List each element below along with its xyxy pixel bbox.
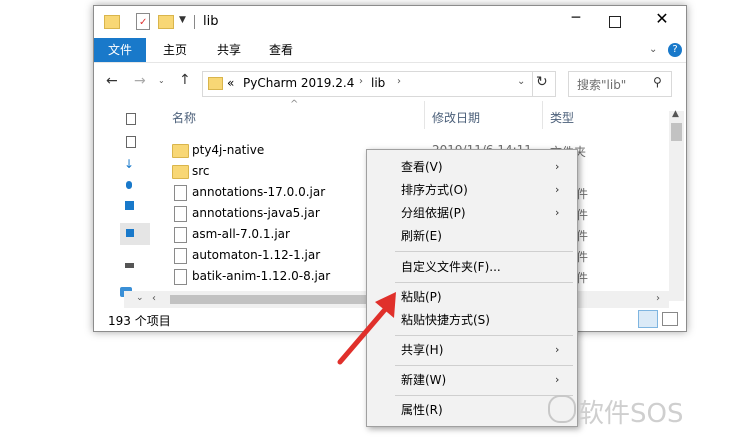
chevron-right-icon: › xyxy=(555,343,560,356)
nav-pane-selected-item[interactable] xyxy=(120,223,150,245)
chevron-right-icon: › xyxy=(555,183,560,196)
back-arrow-icon[interactable]: ← xyxy=(106,73,118,89)
ribbon-expand-icon[interactable]: ⌄ xyxy=(649,44,657,55)
windows-icon xyxy=(126,229,134,237)
sort-ascending-icon: ^ xyxy=(290,99,299,110)
menu-item-new[interactable]: 新建(W) › xyxy=(367,369,577,391)
file-icon xyxy=(174,248,187,264)
menu-item-properties[interactable]: 属性(R) xyxy=(367,399,577,421)
annotation-arrow xyxy=(337,292,396,365)
scroll-right-icon[interactable]: › xyxy=(656,293,660,304)
file-name: annotations-java5.jar xyxy=(192,206,320,220)
navigation-bar: ← → ⌄ ↑ « PyCharm 2019.2.4 › lib › ⌄ ↻ 搜… xyxy=(94,63,686,101)
watermark-text: 软件SOS xyxy=(578,399,684,429)
maximize-button[interactable] xyxy=(609,16,621,28)
chevron-right-icon: › xyxy=(555,373,560,386)
tab-view[interactable]: 查看 xyxy=(266,38,296,62)
menu-separator xyxy=(395,282,573,283)
window-title: lib xyxy=(203,14,219,29)
tab-home[interactable]: 主页 xyxy=(160,38,190,62)
address-divider xyxy=(532,72,533,96)
details-view-icon[interactable] xyxy=(638,310,658,328)
search-box[interactable]: 搜索"lib" ⚲ xyxy=(568,71,672,97)
column-header-name[interactable]: 名称 xyxy=(172,107,196,129)
scroll-up-icon[interactable]: ▲ xyxy=(672,109,679,119)
file-name: src xyxy=(192,164,210,178)
quick-access-dropdown-icon[interactable]: ▼ xyxy=(179,15,186,25)
breadcrumb-item[interactable]: lib xyxy=(371,76,385,90)
properties-icon[interactable]: ✓ xyxy=(136,13,150,30)
nav-pane-item-icon[interactable] xyxy=(126,136,136,148)
tab-file[interactable]: 文件 xyxy=(94,38,146,62)
menu-item-group[interactable]: 分组依据(P) › xyxy=(367,202,577,224)
menu-item-customize-folder[interactable]: 自定义文件夹(F)... xyxy=(367,256,577,278)
music-icon[interactable] xyxy=(126,181,132,189)
watermark-logo-icon xyxy=(548,395,576,423)
menu-item-view[interactable]: 查看(V) › xyxy=(367,156,577,178)
tab-share[interactable]: 共享 xyxy=(214,38,244,62)
file-icon xyxy=(174,206,187,222)
chevron-right-icon[interactable]: › xyxy=(359,76,363,87)
address-dropdown-icon[interactable]: ⌄ xyxy=(517,76,525,87)
nav-pane-item-icon[interactable] xyxy=(126,113,136,125)
file-icon xyxy=(174,269,187,285)
folder-icon xyxy=(172,165,189,179)
ribbon-tabs: 文件 主页 共享 查看 ⌄ ? xyxy=(94,38,686,63)
folder-icon xyxy=(104,15,120,29)
title-bar: ✓ ▼ lib ─ ✕ xyxy=(94,6,686,38)
search-input[interactable]: 搜索"lib" xyxy=(577,76,626,93)
file-name: batik-anim-1.12.0-8.jar xyxy=(192,269,331,283)
menu-separator xyxy=(395,251,573,252)
file-name: annotations-17.0.0.jar xyxy=(192,185,326,199)
menu-separator xyxy=(395,365,573,366)
up-arrow-icon[interactable]: ↑ xyxy=(179,72,191,88)
column-header-date[interactable]: 修改日期 xyxy=(432,107,480,129)
menu-separator xyxy=(395,395,573,396)
item-count: 193 个项目 xyxy=(108,314,171,328)
menu-item-refresh[interactable]: 刷新(E) xyxy=(367,225,577,247)
recent-locations-icon[interactable]: ⌄ xyxy=(158,76,165,85)
pictures-icon[interactable] xyxy=(125,201,134,210)
file-name: asm-all-7.0.1.jar xyxy=(192,227,290,241)
navigation-pane: ↓ xyxy=(94,101,152,307)
nav-scroll-down-icon[interactable]: ⌄ xyxy=(136,293,144,303)
search-icon[interactable]: ⚲ xyxy=(653,75,662,89)
breadcrumb-item[interactable]: PyCharm 2019.2.4 xyxy=(243,76,354,90)
download-icon[interactable]: ↓ xyxy=(124,157,134,171)
help-icon[interactable]: ? xyxy=(668,43,682,57)
close-button[interactable]: ✕ xyxy=(652,9,672,28)
large-icons-view-icon[interactable] xyxy=(662,312,678,326)
column-header-type[interactable]: 类型 xyxy=(550,107,574,129)
chevron-right-icon: › xyxy=(555,160,560,173)
file-name: pty4j-native xyxy=(192,143,265,157)
folder-icon xyxy=(208,77,223,90)
title-divider xyxy=(194,15,195,29)
column-divider[interactable] xyxy=(424,101,425,129)
vertical-scrollbar[interactable]: ▲ xyxy=(669,109,684,301)
chevron-right-icon: › xyxy=(555,206,560,219)
file-icon xyxy=(174,227,187,243)
forward-arrow-icon[interactable]: → xyxy=(134,73,146,89)
file-name: automaton-1.12-1.jar xyxy=(192,248,321,262)
file-icon xyxy=(174,185,187,201)
new-folder-icon[interactable] xyxy=(158,15,174,29)
refresh-icon[interactable]: ↻ xyxy=(536,74,548,90)
folder-icon xyxy=(172,144,189,158)
address-bar[interactable]: « PyCharm 2019.2.4 › lib › ⌄ ↻ xyxy=(202,71,556,97)
breadcrumb-overflow[interactable]: « xyxy=(227,76,234,90)
column-divider[interactable] xyxy=(542,101,543,129)
menu-separator xyxy=(395,335,573,336)
minimize-button[interactable]: ─ xyxy=(566,10,586,26)
scroll-left-icon[interactable]: ‹ xyxy=(152,293,156,304)
drive-icon[interactable] xyxy=(125,263,134,268)
scrollbar-thumb[interactable] xyxy=(671,123,682,141)
menu-item-sort[interactable]: 排序方式(O) › xyxy=(367,179,577,201)
chevron-right-icon[interactable]: › xyxy=(397,76,401,87)
